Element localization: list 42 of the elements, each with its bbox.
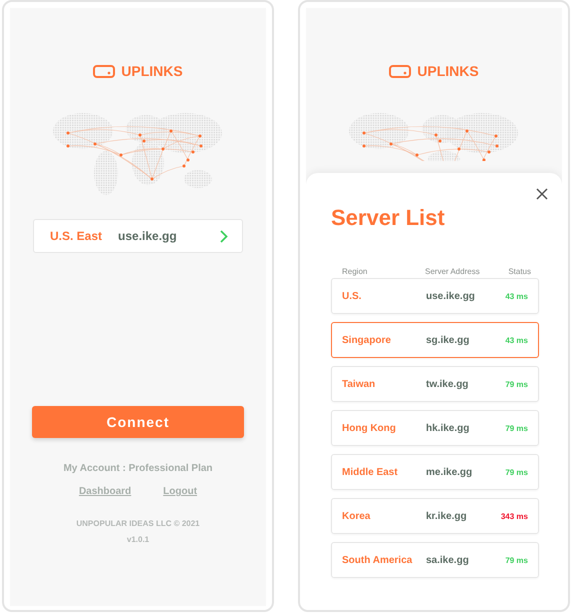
server-row[interactable]: Middle East me.ike.gg 79 ms	[331, 454, 539, 490]
latency-status: 79 ms	[505, 556, 528, 564]
server-address: use.ike.gg	[426, 290, 476, 302]
column-header: Status	[508, 267, 531, 276]
server-address: tw.ike.gg	[426, 378, 470, 390]
logo-icon	[389, 64, 412, 78]
region-name: South America	[342, 554, 414, 566]
brand-name: UPLINKS	[417, 63, 479, 79]
server-address: hk.ike.gg	[426, 422, 470, 434]
latency-status: 43 ms	[505, 292, 528, 300]
server-row[interactable]: South America sa.ike.gg 79 ms	[331, 542, 539, 578]
region-name: Korea	[342, 510, 372, 522]
region-name: U.S.	[342, 290, 362, 302]
logo-icon	[93, 64, 116, 78]
latency-status: 79 ms	[505, 424, 528, 432]
column-header: Region	[342, 267, 368, 276]
close-icon[interactable]	[536, 188, 548, 200]
server-address: sg.ike.gg	[426, 334, 470, 346]
server-row[interactable]: Taiwan tw.ike.gg 79 ms	[331, 366, 539, 402]
region-name: Hong Kong	[342, 422, 397, 434]
latency-status: 79 ms	[505, 468, 528, 476]
latency-status: 79 ms	[505, 380, 528, 388]
server-address: me.ike.gg	[426, 466, 474, 478]
copyright-text: UNPOPULAR IDEAS LLC © 2021	[76, 519, 200, 528]
server-address: sa.ike.gg	[426, 554, 470, 566]
account-plan: My Account : Professional Plan	[63, 463, 213, 474]
server-row[interactable]: Singapore sg.ike.gg 43 ms	[331, 322, 539, 358]
column-header: Server Address	[425, 267, 481, 276]
server-row[interactable]: U.S. use.ike.gg 43 ms	[331, 278, 539, 314]
brand-name: UPLINKS	[121, 63, 183, 79]
server-selector[interactable]: U.S. East use.ike.gg	[33, 219, 243, 253]
region-name: Singapore	[342, 334, 392, 346]
region-name: Middle East	[342, 466, 399, 478]
version-text: v1.0.1	[126, 535, 150, 544]
latency-status: 43 ms	[505, 336, 528, 344]
latency-status: 343 ms	[500, 512, 528, 520]
server-row[interactable]: Hong Kong hk.ike.gg 79 ms	[331, 410, 539, 446]
sheet-title: Server List	[331, 205, 446, 231]
server-address: kr.ike.gg	[426, 510, 468, 522]
region-name: Taiwan	[342, 378, 376, 390]
server-row[interactable]: Korea kr.ike.gg 343 ms	[331, 498, 539, 534]
chevron-right-icon	[220, 230, 228, 242]
